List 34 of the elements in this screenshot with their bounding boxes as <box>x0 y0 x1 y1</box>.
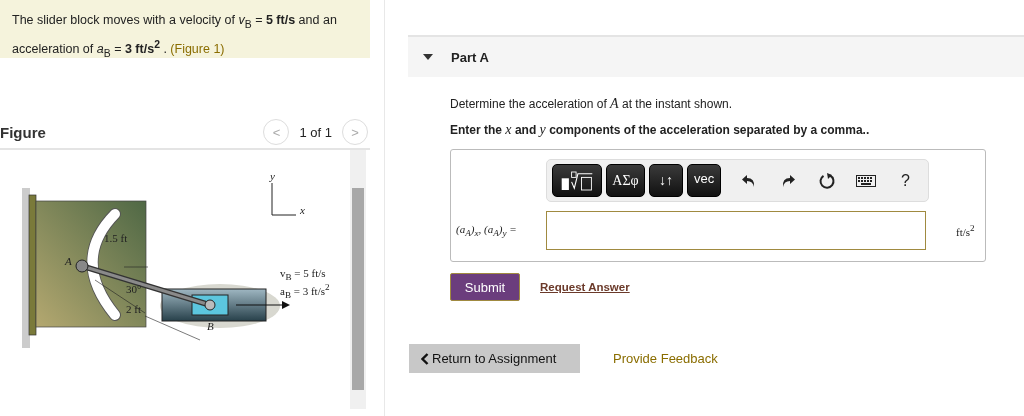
units-label: ft/s$^{2}$ <box>956 223 975 238</box>
template-button[interactable] <box>552 164 602 197</box>
part-heading: Part A <box>451 49 489 65</box>
axis-label: y <box>270 170 275 182</box>
point-label: A <box>65 255 72 267</box>
question-text: Determine the acceleration of A at the instant shown. <box>450 97 734 111</box>
chevron-left-icon <box>421 352 429 365</box>
return-button[interactable]: Return to Assignment <box>409 344 580 373</box>
submit-button[interactable]: Submit <box>450 273 520 301</box>
feedback-link[interactable]: Provide Feedback <box>613 351 718 366</box>
symbol-button[interactable]: ΑΣφ <box>606 164 646 197</box>
dimension-label: 30° <box>126 283 142 295</box>
figure-heading: Figure <box>0 123 47 141</box>
instruction-text: Enter the x and y components of the acceleration separated by a comma.. <box>450 123 871 137</box>
figure-link[interactable]: (Figure 1) <box>170 41 225 56</box>
answer-label: (a$_{A}$)$_{x}$, (a$_{A}$)$_{y}$ = <box>455 222 518 239</box>
collapse-icon[interactable] <box>423 54 433 60</box>
dimension-label: a$_{B}$ = 3 ft/s$^{2}$ <box>280 281 330 301</box>
symbol-button[interactable]: vec <box>687 164 722 197</box>
problem-text: The slider block moves with a velocity of v$_{B}$ = 5 ft/s and an acceleration of a$_{B}$ = 3 ft/s$^{2}$ . (Figure 1) <box>0 0 370 58</box>
reset-icon <box>818 171 836 190</box>
request-answer-link[interactable]: Request Answer <box>540 281 630 293</box>
dimension-label: v$_{B}$ = 5 ft/s <box>280 267 326 284</box>
template-icon <box>559 169 595 192</box>
axis-label: x <box>300 204 305 216</box>
answer-field[interactable] <box>546 211 926 250</box>
help-button[interactable]: ? <box>887 165 923 196</box>
point-label: B <box>207 320 214 332</box>
dimension-label: 1.5 ft <box>104 232 128 244</box>
scrollbar[interactable] <box>350 150 366 409</box>
dimension-label: 2 ft <box>126 303 141 315</box>
page-counter: 1 of 1 <box>299 124 332 140</box>
symbol-button[interactable]: ↓↑ <box>649 164 684 197</box>
keyboard-icon <box>856 174 877 187</box>
